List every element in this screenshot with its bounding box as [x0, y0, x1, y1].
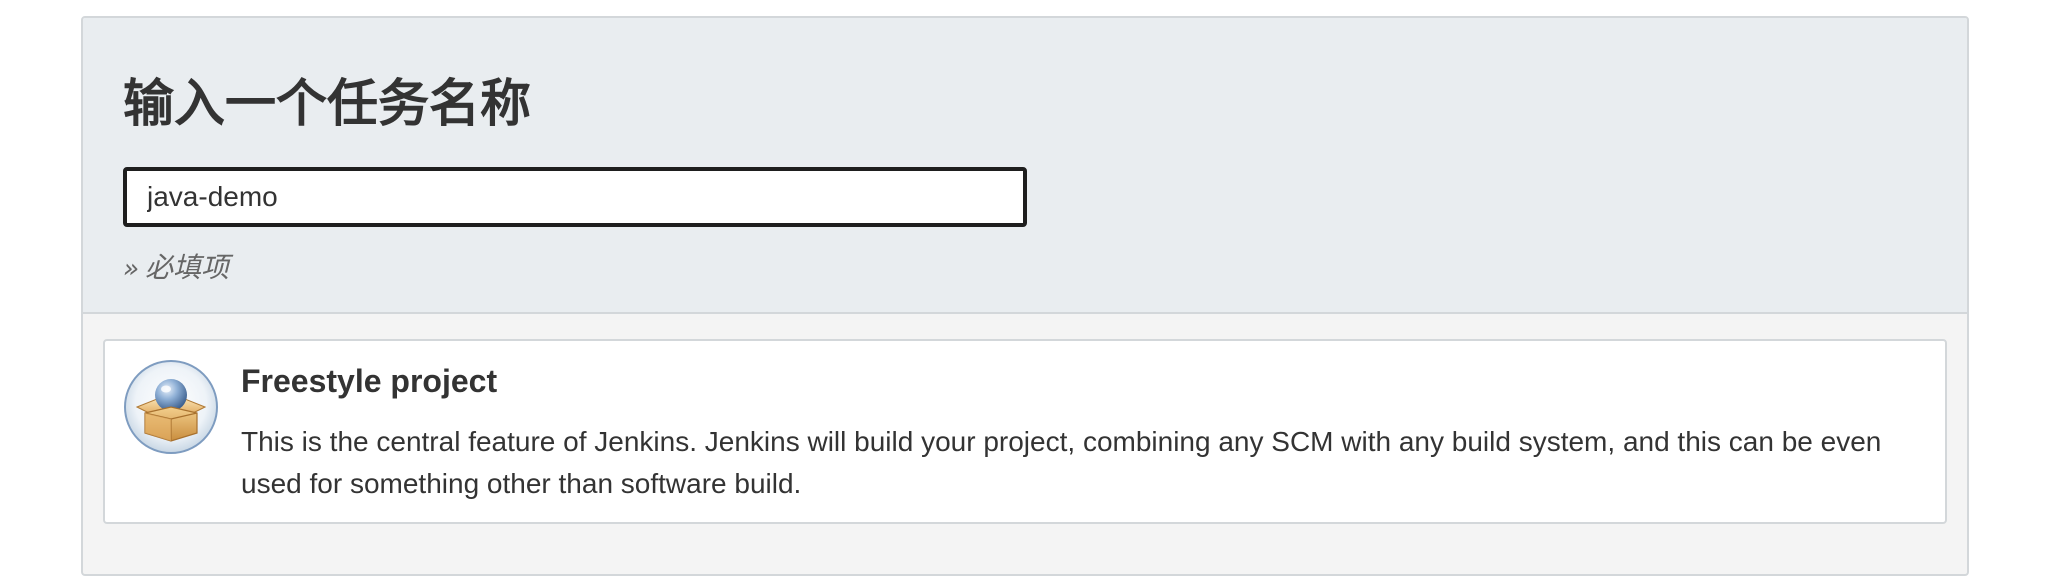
item-type-freestyle[interactable]: Freestyle project This is the central fe… [103, 339, 1947, 524]
item-name-input[interactable] [123, 167, 1027, 227]
required-arrows: » [123, 254, 140, 284]
item-name-section: 输入一个任务名称 »必填项 [83, 18, 1967, 314]
freestyle-project-icon [124, 360, 218, 454]
required-hint: » 必填项 [123, 246, 229, 286]
required-hint-text: 必填项 [145, 251, 230, 284]
item-description: This is the central feature of Jenkins. … [241, 426, 1882, 499]
item-title: Freestyle project [241, 363, 498, 399]
new-item-panel: 输入一个任务名称 »必填项 [81, 16, 1969, 576]
page-title: 输入一个任务名称 [123, 75, 532, 134]
